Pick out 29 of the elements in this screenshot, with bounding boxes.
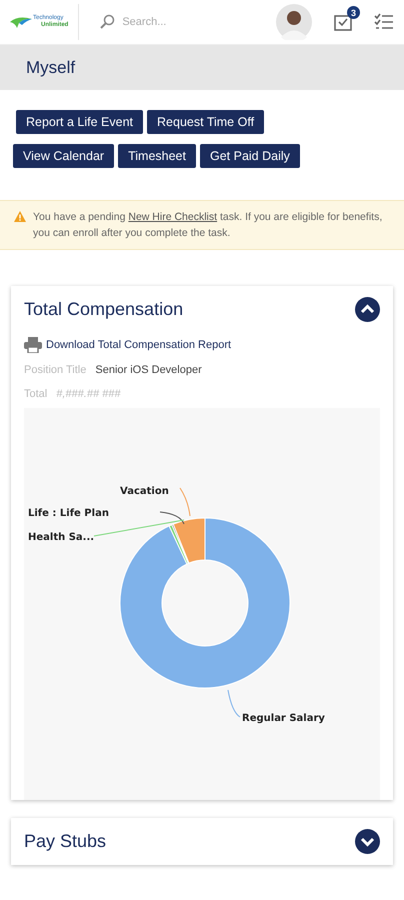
slice-label: Vacation — [120, 486, 169, 497]
printer-icon — [24, 337, 42, 353]
field-value: Senior iOS Developer — [95, 364, 202, 376]
logo-icon — [10, 15, 32, 29]
action-button[interactable]: Report a Life Event — [16, 110, 144, 134]
page-title: Myself — [26, 58, 76, 78]
action-button[interactable]: Timesheet — [118, 144, 196, 168]
collapse-icon[interactable] — [355, 296, 380, 322]
alert-message: You have a pending New Hire Checklist task. If you are eligible for benefits, you can enroll after you complete the task. — [33, 210, 384, 241]
slice-label: Regular Salary — [242, 713, 325, 724]
action-button[interactable]: View Calendar — [13, 144, 114, 168]
slice-label: Life : Life Plan — [28, 508, 109, 519]
action-button[interactable]: Get Paid Daily — [200, 144, 300, 168]
warning-icon — [14, 211, 26, 222]
field-label: Total — [24, 388, 48, 400]
card-title: Pay Stubs — [24, 831, 106, 852]
action-button[interactable]: Request Time Off — [147, 110, 264, 134]
checklist-icon[interactable] — [374, 13, 394, 31]
notification-badge: 3 — [347, 6, 360, 19]
search-icon — [99, 14, 116, 30]
inbox-icon[interactable] — [334, 13, 352, 31]
slice-label: Health Sa... — [28, 532, 94, 543]
download-link[interactable]: Download Total Compensation Report — [46, 339, 232, 351]
card-title: Total Compensation — [24, 298, 184, 320]
checklist-link[interactable]: New Hire Checklist — [128, 211, 218, 223]
expand-icon[interactable] — [355, 829, 380, 854]
field-label: Position Title — [24, 364, 86, 376]
avatar[interactable] — [276, 4, 312, 40]
field-value: #,###.## ### — [56, 388, 120, 400]
